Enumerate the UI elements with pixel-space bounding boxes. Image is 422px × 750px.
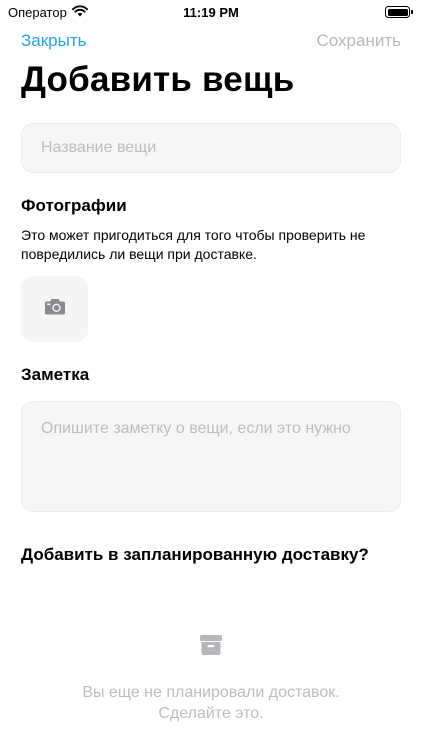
empty-line-2: Сделайте это.	[158, 705, 264, 722]
note-textarea[interactable]	[21, 401, 401, 512]
camera-icon	[44, 298, 66, 320]
photos-title: Фотографии	[21, 196, 127, 215]
status-time: 11:19 PM	[183, 4, 239, 20]
archive-box-icon	[199, 633, 223, 662]
close-button[interactable]: Закрыть	[21, 31, 86, 51]
navigation-bar: Закрыть Сохранить	[0, 28, 422, 54]
status-bar: Оператор 11:19 PM	[0, 0, 422, 24]
page-title: Добавить вещь	[21, 60, 295, 99]
empty-deliveries: Вы еще не планировали доставок. Сделайте…	[0, 633, 422, 724]
item-name-input[interactable]	[21, 123, 401, 173]
photos-description: Это может пригодиться для того чтобы про…	[21, 227, 366, 262]
note-title: Заметка	[21, 365, 90, 384]
empty-line-1: Вы еще не планировали доставок.	[82, 684, 340, 701]
add-item-screen: Оператор 11:19 PM Закрыть Сохранить Доба…	[0, 0, 422, 750]
battery-level	[387, 8, 408, 16]
add-photo-button[interactable]	[21, 276, 88, 342]
delivery-title: Добавить в запланированную доставку?	[21, 545, 369, 564]
save-button[interactable]: Сохранить	[317, 31, 401, 51]
battery-icon	[385, 6, 413, 18]
empty-deliveries-text: Вы еще не планировали доставок. Сделайте…	[82, 682, 339, 724]
